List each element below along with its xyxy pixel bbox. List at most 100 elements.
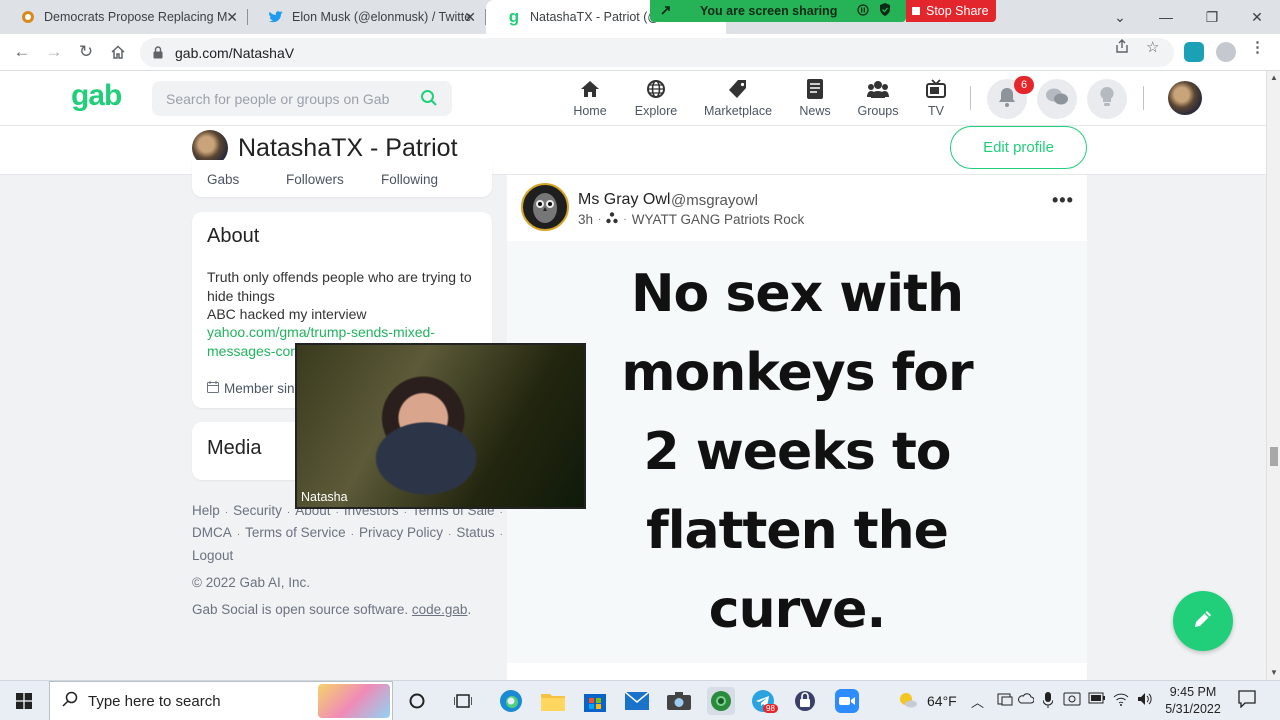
camera-app-icon[interactable] (665, 687, 693, 715)
gabs-stat[interactable]: Gabs (207, 172, 239, 187)
scrollbar-thumb[interactable] (1270, 447, 1278, 466)
volume-icon[interactable] (1137, 692, 1153, 709)
post-author-handle[interactable]: @msgrayowl (671, 192, 758, 209)
footer-link-dmca[interactable]: DMCA (192, 525, 232, 540)
gab-logo[interactable]: gab (71, 79, 122, 113)
tab-search-chevron-icon[interactable]: ⌄ (1097, 0, 1143, 34)
extension-icon[interactable] (1184, 42, 1204, 62)
meme-text-line: 2 weeks to (643, 421, 951, 482)
about-link[interactable]: yahoo.com/gma/trump-sends-mixed- (207, 323, 435, 342)
footer-link-logout[interactable]: Logout (192, 548, 233, 563)
compose-button[interactable] (1173, 591, 1233, 651)
footer-link-privacy[interactable]: Privacy Policy (359, 525, 443, 540)
chrome-menu-icon[interactable]: ⋮ (1250, 38, 1265, 56)
windows-start-icon[interactable] (10, 687, 38, 715)
forward-icon[interactable]: → (40, 38, 68, 66)
back-icon[interactable]: ← (8, 38, 36, 66)
newspaper-icon (807, 77, 823, 101)
nav-home[interactable]: Home (570, 77, 610, 123)
scroll-down-arrow-icon[interactable]: ▼ (1270, 668, 1278, 677)
share-page-icon[interactable] (1114, 38, 1130, 58)
onedrive-icon[interactable] (1018, 692, 1035, 707)
following-stat[interactable]: Following (381, 172, 438, 187)
about-link[interactable]: messages-coro (207, 342, 303, 361)
edit-profile-button[interactable]: Edit profile (950, 126, 1087, 169)
telegram-icon[interactable]: 98 (749, 687, 778, 715)
followers-stat[interactable]: Followers (286, 172, 344, 187)
footer-link-terms-of-service[interactable]: Terms of Service (245, 525, 346, 540)
weather-icon[interactable] (898, 692, 918, 711)
clock-date: 5/31/2022 (1165, 702, 1221, 716)
address-bar[interactable]: gab.com/NatashaV (140, 38, 1174, 67)
search-highlight-image (318, 684, 390, 718)
screen-share-label: You are screen sharing (700, 4, 838, 18)
screen-capture-icon[interactable] (1063, 692, 1081, 709)
search-box[interactable] (152, 81, 452, 116)
minimize-icon[interactable]: — (1143, 0, 1189, 34)
page-scrollbar[interactable]: ▲ ▼ (1266, 71, 1280, 680)
meme-text-line: monkeys for (621, 342, 973, 403)
nav-news[interactable]: News (797, 77, 833, 123)
chrome-browser-icon[interactable] (707, 687, 735, 715)
footer-link-status[interactable]: Status (456, 525, 494, 540)
action-center-icon[interactable] (1238, 690, 1256, 711)
nav-explore[interactable]: Explore (634, 77, 678, 123)
taskbar-clock[interactable]: 9:45 PM 5/31/2022 (1160, 684, 1226, 718)
post-author-name[interactable]: Ms Gray Owl (578, 191, 670, 209)
microsoft-store-icon[interactable] (581, 687, 609, 715)
close-window-icon[interactable]: ✕ (1234, 0, 1280, 34)
battery-icon[interactable] (1088, 692, 1106, 707)
tab-democrats[interactable]: Democrats Propose Replacing M ✕ (0, 0, 248, 34)
tray-chevron-icon[interactable]: ︿ (971, 692, 984, 711)
profile-icon[interactable] (1216, 42, 1236, 62)
lock-icon[interactable] (151, 46, 165, 59)
calendar-icon (207, 381, 219, 396)
taskbar-search-box[interactable]: Type here to search (49, 681, 393, 720)
media-title: Media (207, 437, 262, 459)
scroll-up-arrow-icon[interactable]: ▲ (1270, 73, 1278, 82)
close-tab-icon[interactable]: ✕ (464, 9, 476, 26)
vpn-app-icon[interactable] (791, 687, 819, 715)
nav-tv[interactable]: TV (922, 77, 950, 123)
task-view-icon[interactable] (449, 687, 477, 715)
chat-button[interactable] (1037, 79, 1077, 119)
zoom-app-icon[interactable] (833, 687, 861, 715)
weather-temperature[interactable]: 64°F (927, 693, 957, 709)
stop-share-label: Stop Share (926, 4, 989, 18)
ideas-button[interactable] (1087, 79, 1127, 119)
screen-share-indicator: You are screen sharing (650, 0, 906, 22)
footer-link-security[interactable]: Security (233, 503, 282, 518)
nav-groups[interactable]: Groups (857, 77, 899, 123)
wifi-icon[interactable] (1113, 692, 1129, 709)
edge-browser-icon[interactable] (497, 687, 525, 715)
code-gab-link[interactable]: code.gab (412, 602, 468, 617)
pause-icon[interactable] (857, 3, 869, 19)
microphone-icon[interactable] (1042, 692, 1054, 711)
member-since: Member sinc (207, 381, 301, 396)
bookmark-star-icon[interactable]: ☆ (1146, 38, 1159, 56)
user-avatar[interactable] (1168, 81, 1202, 115)
mail-icon[interactable] (623, 687, 651, 715)
post-group-link[interactable]: WYATT GANG Patriots Rock (632, 212, 805, 227)
post-author-avatar[interactable] (521, 183, 569, 231)
nav-marketplace[interactable]: Marketplace (703, 77, 773, 123)
search-input[interactable] (166, 90, 406, 107)
reload-icon[interactable]: ↻ (72, 38, 100, 66)
home-button-icon[interactable] (104, 38, 132, 66)
stop-share-button[interactable]: Stop Share (906, 0, 996, 22)
search-icon[interactable] (420, 89, 438, 112)
post-image[interactable]: No sex with monkeys for 2 weeks to flatt… (507, 241, 1087, 663)
open-source-note: Gab Social is open source software. code… (192, 602, 472, 617)
network-status-icon[interactable] (997, 692, 1013, 709)
lightbulb-icon (1100, 86, 1114, 112)
webcam-video-overlay[interactable]: Natasha (295, 343, 586, 509)
tab-twitter[interactable]: Elon Musk (@elonmusk) / Twitter ✕ (248, 0, 486, 34)
close-tab-icon[interactable]: ✕ (226, 9, 238, 26)
meme-text-line: curve. (708, 579, 886, 640)
more-options-icon[interactable]: ••• (1052, 190, 1074, 211)
post-time[interactable]: 3h (578, 212, 593, 227)
restore-icon[interactable]: ❐ (1189, 0, 1235, 34)
cortana-icon[interactable] (403, 687, 431, 715)
file-explorer-icon[interactable] (539, 687, 567, 715)
footer-link-help[interactable]: Help (192, 503, 220, 518)
